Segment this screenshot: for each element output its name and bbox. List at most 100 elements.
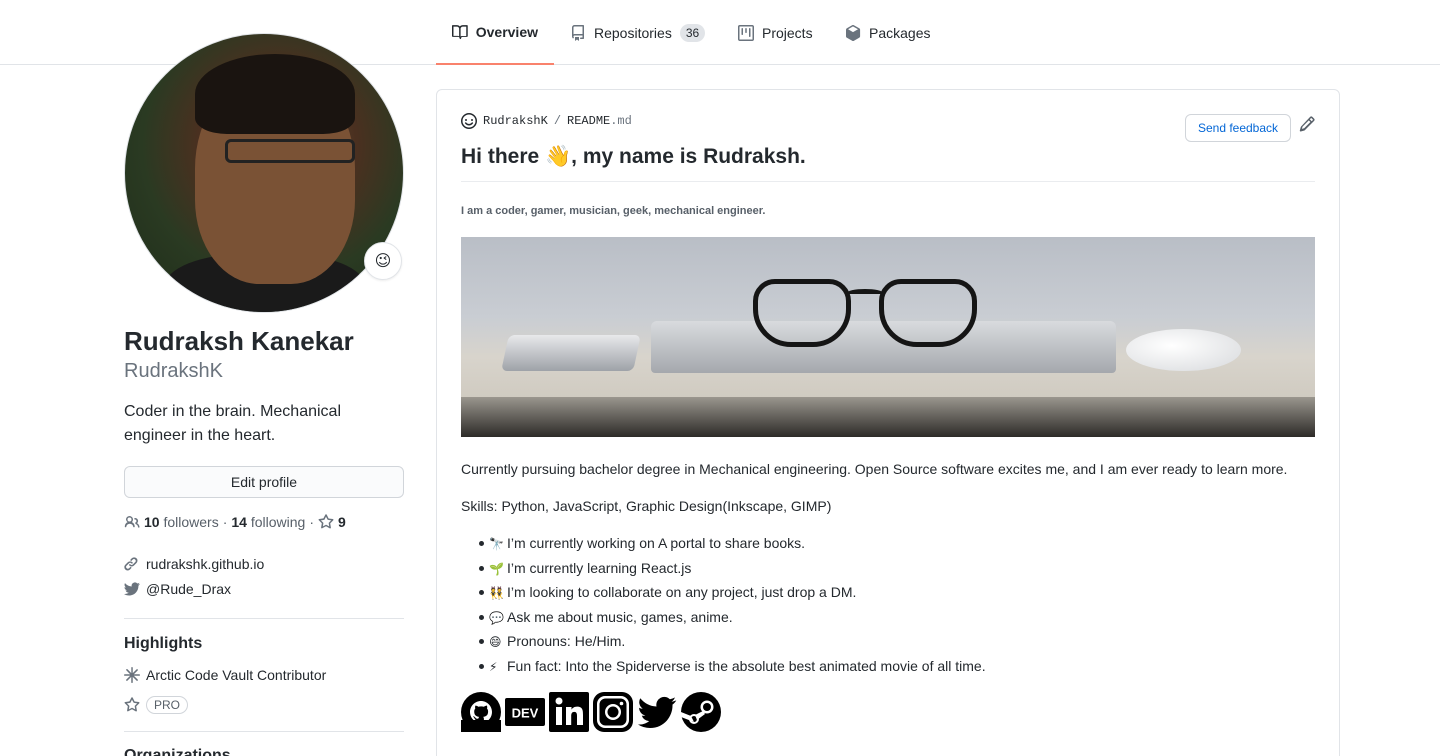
profile-website[interactable]: rudrakshk.github.io xyxy=(124,556,264,572)
readme-banner-image xyxy=(461,237,1315,437)
banner-laptop xyxy=(651,321,1116,373)
tab-repositories-label: Repositories xyxy=(594,24,672,41)
list-item: 🌱 I’m currently learning React.js xyxy=(479,558,986,583)
avatar-hair xyxy=(195,54,355,134)
organizations-title: Organizations xyxy=(124,747,231,756)
list-item: 😄 Pronouns: He/Him. xyxy=(479,631,986,656)
sidebar-divider xyxy=(124,731,404,732)
readme-intro-paragraph: Currently pursuing bachelor degree in Me… xyxy=(461,461,1288,477)
highlights-title: Highlights xyxy=(124,635,203,652)
tab-overview[interactable]: Overview xyxy=(436,0,554,65)
list-item-text: I’m looking to collaborate on any projec… xyxy=(507,584,857,600)
tab-projects-label: Projects xyxy=(762,24,813,41)
list-item-text: I’m currently learning React.js xyxy=(507,559,692,576)
instagram-icon xyxy=(593,692,633,732)
website-link[interactable]: rudrakshk.github.io xyxy=(146,556,264,572)
profile-bio: Coder in the brain. Mechanical engineer … xyxy=(124,403,342,444)
highlight-arctic-vault[interactable]: Arctic Code Vault Contributor xyxy=(124,667,326,683)
followers-label: followers xyxy=(163,514,219,530)
pro-badge: PRO xyxy=(146,696,189,714)
readme-skills-paragraph: Skills: Python, JavaScript, Graphic Desi… xyxy=(461,498,832,514)
dot-separator: · xyxy=(222,514,228,530)
highlight-pro[interactable]: PRO xyxy=(124,696,189,714)
dev-link[interactable]: DEV xyxy=(505,692,545,732)
list-item: 🔭 I’m currently working on A portal to sh… xyxy=(479,533,986,558)
send-feedback-button[interactable]: Send feedback xyxy=(1185,114,1291,142)
tab-packages[interactable]: Packages xyxy=(829,0,946,65)
dev-logo-text: DEV xyxy=(512,706,539,721)
tab-overview-label: Overview xyxy=(475,23,538,40)
highlight-arctic-label: Arctic Code Vault Contributor xyxy=(146,667,327,683)
edit-readme-button[interactable] xyxy=(1299,116,1315,132)
list-item: 💬 Ask me about music, games, anime. xyxy=(479,607,986,632)
profile-twitter[interactable]: @Rude_Drax xyxy=(124,581,231,597)
tab-projects[interactable]: Projects xyxy=(722,0,829,65)
linkedin-link[interactable] xyxy=(549,692,589,732)
followers-count: 10 xyxy=(144,514,160,530)
pencil-icon xyxy=(1299,116,1315,132)
package-icon xyxy=(846,24,861,41)
profile-fullname: Rudraksh Kanekar xyxy=(124,326,354,356)
banner-glasses-bridge xyxy=(847,289,883,297)
profile-username: RudrakshK xyxy=(124,360,223,382)
lightning-emoji: ⚡ xyxy=(489,659,498,674)
sidebar-divider xyxy=(124,618,404,619)
following-label: following xyxy=(250,514,306,530)
linkedin-icon xyxy=(549,692,589,732)
dot-separator: · xyxy=(309,514,315,530)
steam-icon xyxy=(681,692,721,732)
dev-icon: DEV xyxy=(505,698,545,726)
social-links: DEV xyxy=(461,692,721,732)
avatar-glasses xyxy=(225,139,355,163)
banner-glasses-left-lens xyxy=(753,279,851,347)
profile-avatar[interactable] xyxy=(124,33,404,313)
tab-repositories[interactable]: Repositories 36 xyxy=(554,0,721,65)
twitter-icon xyxy=(638,696,677,729)
star-icon xyxy=(318,514,334,529)
tab-packages-label: Packages xyxy=(869,24,931,41)
repositories-count-badge: 36 xyxy=(679,23,706,42)
readme-bullet-list: 🔭 I’m currently working on A portal to sh… xyxy=(479,533,986,681)
readme-owner-link[interactable]: RudrakshK xyxy=(483,114,548,128)
following-link[interactable]: 14 following xyxy=(231,514,305,530)
smile-emoji: 😄 xyxy=(489,635,502,649)
follow-stats: 10 followers · 14 following · 9 xyxy=(124,514,346,530)
list-item-text: Pronouns: He/Him. xyxy=(507,633,626,649)
steam-link[interactable] xyxy=(681,692,721,732)
people-icon xyxy=(124,516,140,528)
stars-link[interactable]: 9 xyxy=(318,514,346,530)
edit-profile-button[interactable]: Edit profile xyxy=(124,466,404,498)
link-icon xyxy=(124,557,138,571)
banner-phone xyxy=(501,335,641,371)
stars-count: 9 xyxy=(338,514,346,530)
banner-mouse xyxy=(1126,329,1241,371)
readme-heading: Hi there 👋, my name is Rudraksh. xyxy=(461,145,806,168)
dancers-emoji: 👯 xyxy=(489,586,504,600)
list-item-text: I’m currently working on A portal to sha… xyxy=(507,535,806,551)
speech-bubble-emoji: 💬 xyxy=(489,610,504,625)
followers-link[interactable]: 10 followers xyxy=(144,514,219,530)
github-icon xyxy=(461,692,501,732)
readme-extension: .md xyxy=(610,114,632,128)
instagram-link[interactable] xyxy=(593,692,633,732)
repo-icon xyxy=(572,24,584,41)
twitter-handle[interactable]: @Rude_Drax xyxy=(146,581,231,597)
twitter-link[interactable] xyxy=(637,692,677,732)
path-separator: / xyxy=(553,114,562,128)
banner-table-edge xyxy=(461,397,1315,437)
snowflake-icon xyxy=(124,667,140,683)
smiley-icon xyxy=(461,113,477,129)
status-emoji-button[interactable]: 😉 xyxy=(364,242,402,280)
seedling-emoji: 🌱 xyxy=(489,561,504,576)
readme-file-link[interactable]: README.md xyxy=(567,114,632,128)
list-item: 👯 I’m looking to collaborate on any proje… xyxy=(479,582,986,607)
readme-path: RudrakshK / README.md xyxy=(461,113,632,129)
list-item-text: Fun fact: Into the Spiderverse is the ab… xyxy=(507,657,986,674)
twitter-icon xyxy=(124,582,140,596)
list-item: ⚡ Fun fact: Into the Spiderverse is the a… xyxy=(479,656,986,681)
github-link[interactable] xyxy=(461,692,501,732)
readme-filename: README xyxy=(567,114,611,128)
readme-tagline: I am a coder, gamer, musician, geek, mec… xyxy=(461,205,766,217)
telescope-emoji: 🔭 xyxy=(489,537,504,551)
following-count: 14 xyxy=(231,514,247,530)
